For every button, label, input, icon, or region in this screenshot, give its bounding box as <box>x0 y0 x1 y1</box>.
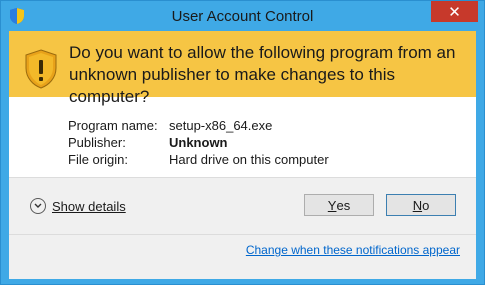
detail-label: Program name: <box>68 118 158 133</box>
warning-shield-icon <box>25 49 57 89</box>
close-button[interactable]: ✕ <box>431 1 478 22</box>
title-bar[interactable]: User Account Control ✕ <box>1 1 484 31</box>
detail-value: setup-x86_64.exe <box>169 118 273 133</box>
warning-banner: Do you want to allow the following progr… <box>9 31 476 106</box>
uac-dialog: User Account Control ✕ Do you want to al… <box>0 0 485 285</box>
detail-value: Hard drive on this computer <box>169 152 329 167</box>
close-icon: ✕ <box>448 3 461 21</box>
detail-label: File origin: <box>68 152 128 167</box>
detail-value: Unknown <box>169 135 228 150</box>
detail-row-file-origin: File origin: Hard drive on this computer <box>68 151 329 168</box>
no-label-rest: o <box>422 197 430 213</box>
detail-row-publisher: Publisher: Unknown <box>68 134 329 151</box>
no-button[interactable]: No <box>386 194 456 216</box>
show-details-toggle[interactable]: Show details <box>30 198 126 214</box>
footer-divider <box>9 234 476 235</box>
dialog-body: Do you want to allow the following progr… <box>9 31 476 279</box>
detail-label: Publisher: <box>68 135 126 150</box>
yes-mnemonic: Y <box>327 197 337 213</box>
no-mnemonic: N <box>412 197 423 213</box>
detail-row-program-name: Program name: setup-x86_64.exe <box>68 117 329 134</box>
window-title: User Account Control <box>171 8 314 25</box>
change-notifications-link[interactable]: Change when these notifications appear <box>246 243 460 257</box>
program-details: Program name: setup-x86_64.exe Publisher… <box>68 117 329 168</box>
dialog-footer: Show details Yes No Change when these no… <box>9 177 476 279</box>
prompt-question: Do you want to allow the following progr… <box>69 43 456 106</box>
yes-button[interactable]: Yes <box>304 194 374 216</box>
chevron-down-icon <box>30 198 46 214</box>
yes-label-rest: es <box>336 197 351 213</box>
show-details-label: Show details <box>52 198 126 214</box>
